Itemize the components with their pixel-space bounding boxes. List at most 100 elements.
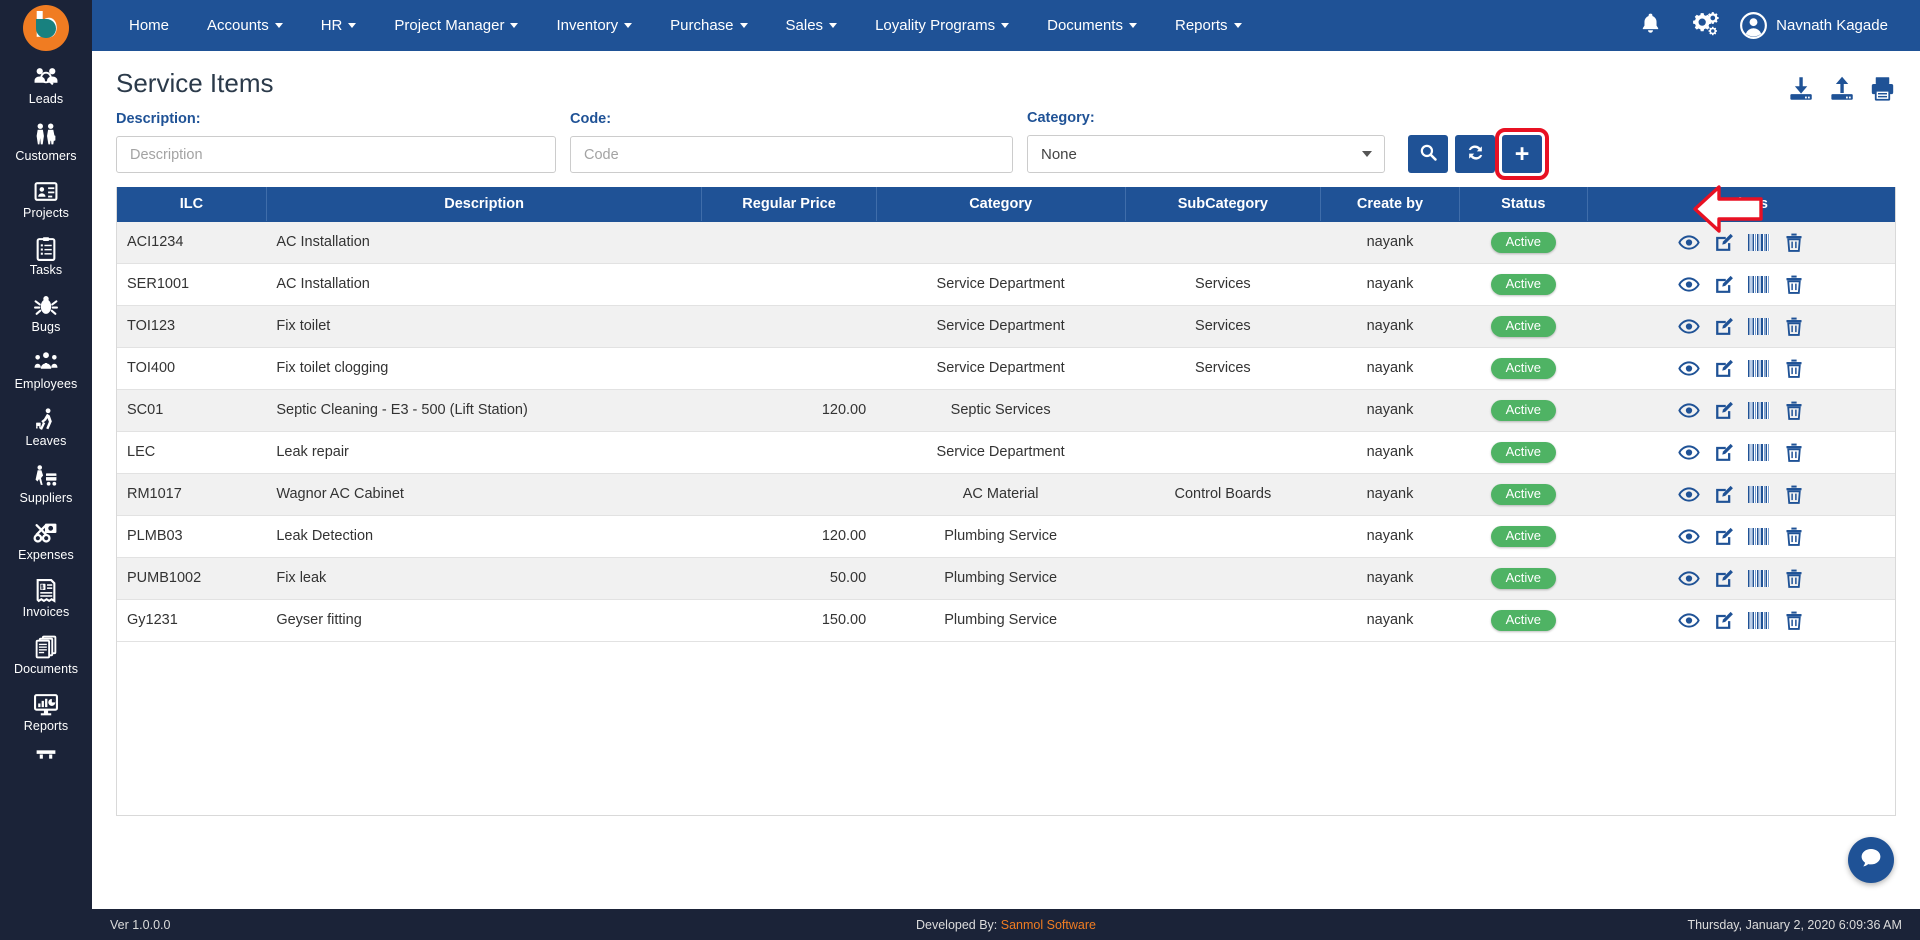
table-row[interactable]: PLMB03 Leak Detection 120.00 Plumbing Servi… — [117, 515, 1895, 558]
delete-icon[interactable] — [1783, 526, 1805, 547]
cell-create-by: nayank — [1320, 389, 1460, 432]
table-row[interactable]: TOI400 Fix toilet clogging Service Departm… — [117, 347, 1895, 390]
sidebar-item-employees[interactable]: Employees — [0, 341, 92, 398]
table-row[interactable]: TOI123 Fix toilet Service Department Servic… — [117, 305, 1895, 348]
nav-hr[interactable]: HR — [302, 0, 376, 51]
nav-reports[interactable]: Reports — [1156, 0, 1261, 51]
footer-company-link[interactable]: Sanmol Software — [1001, 918, 1096, 932]
sidebar-item-tasks[interactable]: Tasks — [0, 227, 92, 284]
column-header-description[interactable]: Description — [266, 187, 703, 222]
delete-icon[interactable] — [1783, 316, 1805, 337]
table-row[interactable]: SER1001 AC Installation Service Department… — [117, 263, 1895, 306]
code-input[interactable] — [570, 136, 1013, 173]
delete-icon[interactable] — [1783, 274, 1805, 295]
delete-icon[interactable] — [1783, 358, 1805, 379]
barcode-icon[interactable] — [1747, 443, 1770, 461]
sidebar-item-leads[interactable]: Leads — [0, 56, 92, 113]
bugs-icon — [33, 293, 59, 318]
table-row[interactable]: Gy1231 Geyser fitting 150.00 Plumbing Servi… — [117, 599, 1895, 642]
view-icon[interactable] — [1677, 442, 1700, 463]
column-header-status[interactable]: Status — [1459, 187, 1588, 222]
view-icon[interactable] — [1677, 568, 1700, 589]
view-icon[interactable] — [1677, 526, 1700, 547]
delete-icon[interactable] — [1783, 568, 1805, 589]
table-row[interactable]: ACI1234 AC Installation nayank Active — [117, 221, 1895, 264]
edit-icon[interactable] — [1713, 316, 1735, 337]
view-icon[interactable] — [1677, 316, 1700, 337]
notifications-button[interactable] — [1622, 0, 1678, 51]
sidebar-item-bugs[interactable]: Bugs — [0, 284, 92, 341]
add-button[interactable]: + — [1495, 128, 1549, 180]
edit-icon[interactable] — [1713, 610, 1735, 631]
barcode-icon[interactable] — [1747, 359, 1770, 377]
nav-sales[interactable]: Sales — [767, 0, 857, 51]
table-row[interactable]: LEC Leak repair Service Department nayank Ac… — [117, 431, 1895, 474]
user-menu[interactable]: Navnath Kagade — [1734, 0, 1898, 51]
sidebar-item-invoices[interactable]: Invoices — [0, 569, 92, 626]
sidebar-item-label: Expenses — [18, 548, 74, 562]
delete-icon[interactable] — [1783, 442, 1805, 463]
nav-loyality-programs[interactable]: Loyality Programs — [856, 0, 1028, 51]
barcode-icon[interactable] — [1747, 317, 1770, 335]
barcode-icon[interactable] — [1747, 275, 1770, 293]
delete-icon[interactable] — [1783, 232, 1805, 253]
view-icon[interactable] — [1677, 232, 1700, 253]
barcode-icon[interactable] — [1747, 569, 1770, 587]
nav-project-manager[interactable]: Project Manager — [375, 0, 537, 51]
edit-icon[interactable] — [1713, 568, 1735, 589]
delete-icon[interactable] — [1783, 484, 1805, 505]
nav-home[interactable]: Home — [110, 0, 188, 51]
table-row[interactable]: SC01 Septic Cleaning - E3 - 500 (Lift Sta… — [117, 389, 1895, 432]
barcode-icon[interactable] — [1747, 401, 1770, 419]
settings-button[interactable] — [1678, 0, 1734, 51]
sidebar-item-reports[interactable]: Reports — [0, 683, 92, 740]
nav-purchase[interactable]: Purchase — [651, 0, 766, 51]
view-icon[interactable] — [1677, 400, 1700, 421]
description-input[interactable] — [116, 136, 556, 173]
edit-icon[interactable] — [1713, 232, 1735, 253]
edit-icon[interactable] — [1713, 400, 1735, 421]
view-icon[interactable] — [1677, 358, 1700, 379]
view-icon[interactable] — [1677, 610, 1700, 631]
sidebar-item-suppliers[interactable]: Suppliers — [0, 455, 92, 512]
column-header-create-by[interactable]: Create by — [1320, 187, 1460, 222]
cell-ilc: PUMB1002 — [117, 557, 267, 600]
sidebar-item-projects[interactable]: Projects — [0, 170, 92, 227]
table-row[interactable]: RM1017 Wagnor AC Cabinet AC Material Contro… — [117, 473, 1895, 516]
search-button[interactable] — [1408, 135, 1448, 173]
view-icon[interactable] — [1677, 484, 1700, 505]
sidebar-item-documents[interactable]: Documents — [0, 626, 92, 683]
sidebar-item-customers[interactable]: Customers — [0, 113, 92, 170]
refresh-button[interactable] — [1455, 135, 1495, 173]
edit-icon[interactable] — [1713, 358, 1735, 379]
barcode-icon[interactable] — [1747, 485, 1770, 503]
barcode-icon[interactable] — [1747, 527, 1770, 545]
edit-icon[interactable] — [1713, 484, 1735, 505]
table-row[interactable]: PUMB1002 Fix leak 50.00 Plumbing Service nay… — [117, 557, 1895, 600]
nav-inventory[interactable]: Inventory — [537, 0, 651, 51]
column-header-ilc[interactable]: ILC — [117, 187, 267, 222]
barcode-icon[interactable] — [1747, 233, 1770, 251]
barcode-icon[interactable] — [1747, 611, 1770, 629]
column-header-subcategory[interactable]: SubCategory — [1125, 187, 1322, 222]
delete-icon[interactable] — [1783, 400, 1805, 421]
sidebar-item-expenses[interactable]: Expenses — [0, 512, 92, 569]
bell-icon — [1639, 11, 1662, 40]
sidebar-item-leaves[interactable]: Leaves — [0, 398, 92, 455]
print-icon[interactable] — [1869, 75, 1896, 102]
edit-icon[interactable] — [1713, 526, 1735, 547]
delete-icon[interactable] — [1783, 610, 1805, 631]
column-header-regular-price[interactable]: Regular Price — [701, 187, 877, 222]
download-icon[interactable] — [1787, 75, 1814, 102]
app-logo[interactable]: b — [0, 0, 92, 56]
upload-icon[interactable] — [1828, 75, 1855, 102]
edit-icon[interactable] — [1713, 442, 1735, 463]
column-header-category[interactable]: Category — [876, 187, 1126, 222]
sidebar-item-overflow[interactable] — [0, 740, 92, 764]
view-icon[interactable] — [1677, 274, 1700, 295]
chat-button[interactable] — [1847, 837, 1894, 883]
edit-icon[interactable] — [1713, 274, 1735, 295]
category-select[interactable]: None — [1027, 135, 1385, 173]
nav-accounts[interactable]: Accounts — [188, 0, 302, 51]
nav-documents[interactable]: Documents — [1028, 0, 1156, 51]
